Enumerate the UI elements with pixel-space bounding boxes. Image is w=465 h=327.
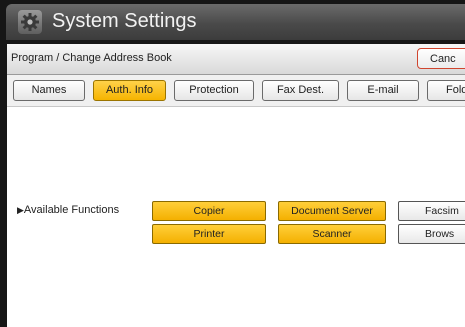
tab-names[interactable]: Names xyxy=(13,80,85,101)
content-panel: Program / Change Address Book Canc Names… xyxy=(7,44,465,327)
header-strip: Program / Change Address Book Canc xyxy=(7,44,465,75)
scanner-button[interactable]: Scanner xyxy=(278,224,386,244)
printer-button[interactable]: Printer xyxy=(152,224,266,244)
page-title: Program / Change Address Book xyxy=(11,52,172,64)
tab-auth-info[interactable]: Auth. Info xyxy=(93,80,166,101)
tab-e-mail[interactable]: E-mail xyxy=(347,80,419,101)
screen: System Settings Program / Change Address… xyxy=(0,0,465,327)
cancel-button[interactable]: Canc xyxy=(417,48,465,69)
available-functions-label: ▶Available Functions xyxy=(17,204,119,216)
triangle-right-icon: ▶ xyxy=(17,205,24,215)
document-server-button[interactable]: Document Server xyxy=(278,201,386,221)
tab-folder[interactable]: Fold xyxy=(427,80,465,101)
title-bar: System Settings xyxy=(6,4,465,40)
tab-protection[interactable]: Protection xyxy=(174,80,254,101)
window-title: System Settings xyxy=(52,10,197,32)
gear-icon xyxy=(18,10,42,34)
tab-fax-dest[interactable]: Fax Dest. xyxy=(262,80,339,101)
copier-button[interactable]: Copier xyxy=(152,201,266,221)
facsimile-button[interactable]: Facsim xyxy=(398,201,465,221)
tab-bar: Names Auth. Info Protection Fax Dest. E-… xyxy=(7,75,465,107)
available-functions-text: Available Functions xyxy=(23,204,120,216)
browser-button[interactable]: Brows xyxy=(398,224,465,244)
